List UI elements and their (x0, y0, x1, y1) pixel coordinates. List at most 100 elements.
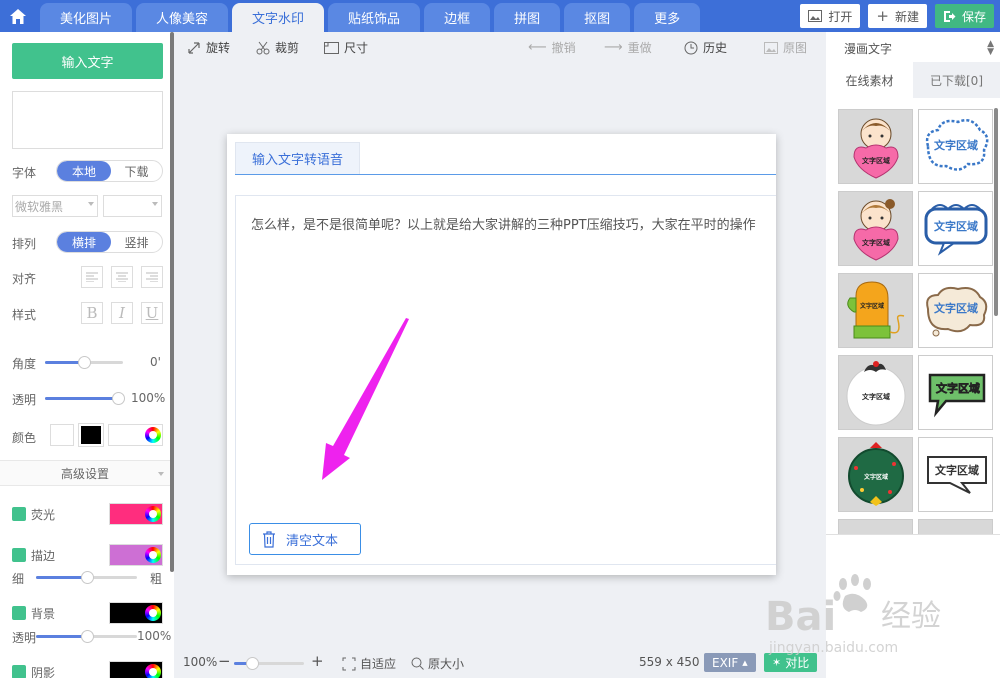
advanced-settings-header[interactable]: 高级设置 (0, 460, 170, 486)
exif-button[interactable]: EXIF ▲ (704, 653, 756, 672)
shadow-checkbox[interactable] (12, 665, 26, 678)
layout-toggle: 横排 竖排 (56, 231, 163, 253)
zoom-slider-handle[interactable] (245, 657, 259, 670)
bg-opacity-slider-handle[interactable] (80, 630, 94, 643)
font-local-option[interactable]: 本地 (57, 161, 111, 181)
sticker-caption: 文字区域 (862, 156, 890, 165)
sticker-item[interactable]: 文字区域 (918, 437, 993, 512)
color-wheel-icon[interactable] (145, 605, 161, 621)
tab-online-materials[interactable]: 在线素材 (826, 62, 913, 98)
save-label: 保存 (961, 9, 986, 24)
stroke-thin-label: 细 (12, 572, 25, 586)
tab-text-watermark[interactable]: 文字水印 (232, 3, 325, 32)
clear-text-button[interactable]: 清空文本 (249, 523, 361, 555)
sticker-caption: 文字区域 (862, 238, 890, 247)
dialog-text-content[interactable]: 怎么样，是不是很简单呢？以上就是给大家讲解的三种PPT压缩技巧，大家在平时的操作 (251, 214, 776, 233)
angle-slider-handle[interactable] (78, 356, 91, 369)
tab-frames[interactable]: 边框 (424, 3, 491, 32)
original-button[interactable]: 原图 (764, 39, 807, 56)
bold-button[interactable]: B (81, 302, 103, 324)
tab-downloaded[interactable]: 已下载[0] (913, 62, 1000, 98)
export-icon (943, 10, 956, 22)
crop-button[interactable]: 裁剪 (256, 39, 299, 56)
bg-opacity-value: 100% (137, 629, 172, 643)
tab-cutout[interactable]: 抠图 (564, 3, 631, 32)
opacity-label: 透明 (12, 393, 37, 407)
sticker-item[interactable]: 文字区域 (838, 273, 913, 348)
fit-button[interactable]: 自适应 (342, 655, 396, 672)
sticker-item[interactable]: 文字区域 (838, 355, 913, 430)
font-select[interactable]: 微软雅黑 (12, 195, 98, 217)
opacity-slider-handle[interactable] (112, 392, 125, 405)
home-button[interactable] (0, 0, 36, 32)
dialog-tab[interactable]: 输入文字转语音 (235, 142, 361, 174)
status-bar: 100% − + 自适应 原大小 559 x 450 EXIF ▲ ✶ 对比 (174, 648, 826, 678)
sticker-item[interactable]: 文字区域 (918, 109, 993, 184)
exif-label: EXIF (712, 655, 739, 670)
history-button[interactable]: 历史 (684, 39, 727, 56)
sticker-item[interactable]: 文字区域 (838, 437, 913, 512)
opacity-slider[interactable] (45, 392, 125, 405)
zoom-slider[interactable] (234, 657, 304, 670)
image-icon (808, 10, 823, 22)
stroke-width-slider[interactable] (36, 571, 137, 584)
size-button[interactable]: 尺寸 (324, 39, 368, 56)
background-checkbox[interactable] (12, 606, 26, 620)
bg-opacity-slider[interactable] (36, 630, 137, 643)
sticker-item[interactable]: 文字区域 (918, 355, 993, 430)
sticker-item[interactable]: 文字区域 (838, 191, 913, 266)
text-input-area[interactable] (12, 91, 163, 149)
angle-slider[interactable] (45, 356, 123, 369)
align-center-button[interactable] (111, 266, 133, 288)
underline-button[interactable]: U (141, 302, 163, 324)
color-wheel-icon[interactable] (145, 506, 161, 522)
tab-collage[interactable]: 拼图 (494, 3, 561, 32)
open-button[interactable]: 打开 (800, 4, 861, 28)
tab-stickers[interactable]: 贴纸饰品 (328, 3, 421, 32)
stroke-checkbox[interactable] (12, 548, 26, 562)
category-select[interactable]: 漫画文字 ▲ ▼ (844, 40, 994, 58)
zoom-out-icon[interactable]: − (218, 652, 231, 670)
color-wheel-icon[interactable] (145, 427, 161, 443)
zoom-in-icon[interactable]: + (311, 652, 324, 670)
glow-checkbox[interactable] (12, 507, 26, 521)
color-swatch-white[interactable] (50, 424, 74, 446)
sticker-item[interactable] (918, 519, 993, 534)
fit-label: 自适应 (360, 657, 397, 671)
sticker-item[interactable]: 文字区域 (918, 273, 993, 348)
undo-button[interactable]: ⟵ 撤销 (528, 39, 576, 56)
tab-portrait[interactable]: 人像美容 (136, 3, 229, 32)
tab-more[interactable]: 更多 (634, 3, 701, 32)
italic-button[interactable]: I (111, 302, 133, 324)
color-swatch-black[interactable] (78, 423, 104, 447)
main-tabs: 美化图片 人像美容 文字水印 贴纸饰品 边框 拼图 抠图 更多 (40, 3, 704, 32)
history-label: 历史 (703, 41, 728, 55)
right-panel-scrollbar[interactable] (994, 108, 998, 316)
sticker-item[interactable]: 文字区域 (838, 109, 913, 184)
layout-horizontal-option[interactable]: 横排 (57, 232, 111, 252)
sticker-item[interactable] (838, 519, 913, 534)
sticker-item[interactable]: 文字区域 (918, 191, 993, 266)
new-button[interactable]: + 新建 (868, 4, 927, 28)
align-left-button[interactable] (81, 266, 103, 288)
layout-vertical-option[interactable]: 竖排 (111, 232, 162, 252)
font-download-option[interactable]: 下载 (111, 161, 162, 181)
magnifier-icon (411, 657, 424, 670)
rotate-button[interactable]: 旋转 (187, 39, 230, 56)
mitten-sticker-icon: 文字区域 (846, 280, 904, 338)
canvas-area: 输入文字转语音 怎么样，是不是很简单呢？以上就是给大家讲解的三种PPT压缩技巧，… (174, 62, 826, 642)
stroke-slider-handle[interactable] (80, 571, 94, 584)
align-right-button[interactable] (141, 266, 163, 288)
color-wheel-icon[interactable] (145, 664, 161, 678)
tab-beautify[interactable]: 美化图片 (40, 3, 133, 32)
redo-button[interactable]: ⟶ 重做 (604, 39, 652, 56)
font-size-select[interactable] (103, 195, 162, 217)
original-size-button[interactable]: 原大小 (411, 655, 464, 672)
sticker-caption: 文字区域 (862, 392, 890, 401)
save-button[interactable]: 保存 (934, 4, 994, 28)
stroke-thick-label: 粗 (150, 572, 163, 586)
compare-button[interactable]: ✶ 对比 (764, 653, 818, 672)
sticker-caption: 文字区域 (935, 463, 979, 477)
color-wheel-icon[interactable] (145, 547, 161, 563)
input-text-button[interactable]: 输入文字 (12, 43, 163, 79)
